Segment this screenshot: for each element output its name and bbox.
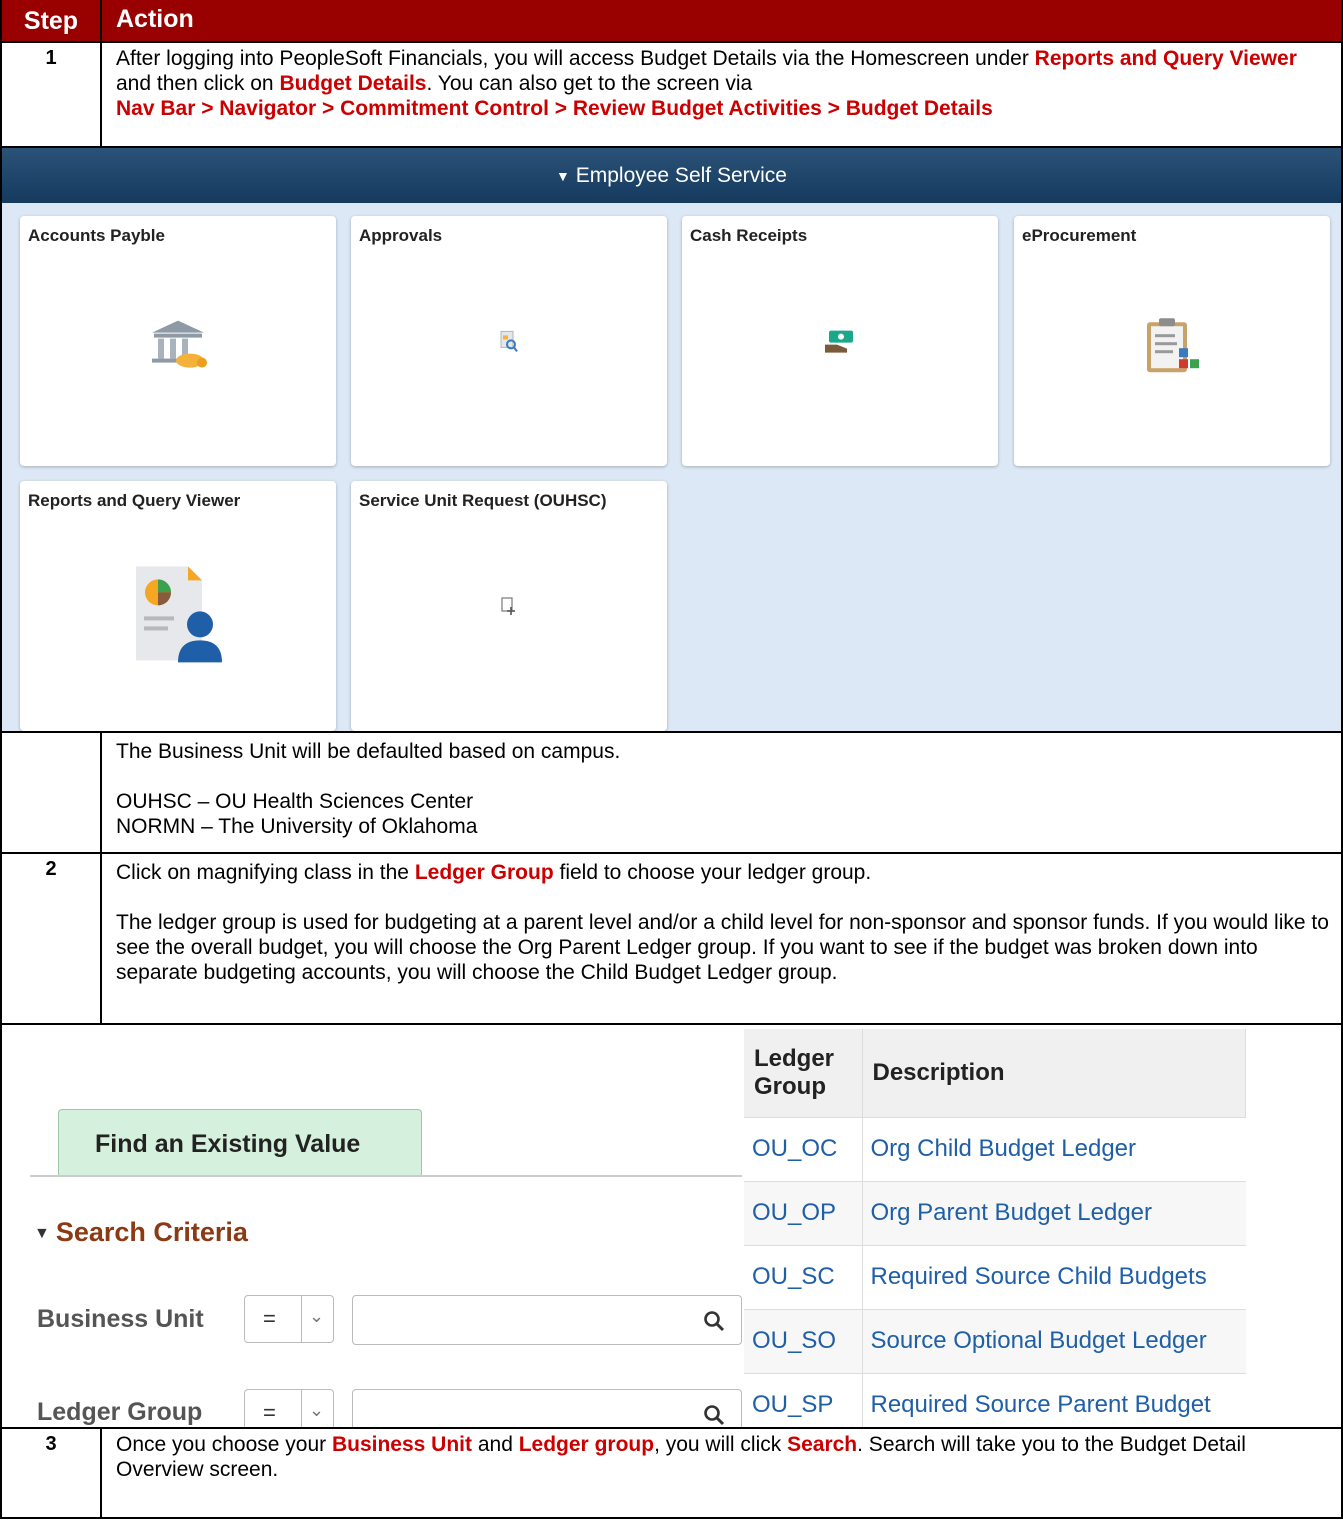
tile-eprocurement[interactable]: eProcurement (1014, 216, 1330, 466)
homepage-screenshot: ▼ Employee Self Service Accounts Payble … (2, 148, 1341, 733)
highlight-search: Search (787, 1433, 858, 1456)
tab-divider (30, 1175, 742, 1177)
document-search-icon (499, 329, 519, 358)
step-number: 2 (2, 854, 102, 1023)
ledger-group-lookup-table: Ledger Group Description OU_OC Org Child… (744, 1029, 1246, 1427)
step-1-text: After logging into PeopleSoft Financials… (102, 43, 1341, 146)
note-line: The Business Unit will be defaulted base… (116, 740, 621, 763)
tile-accounts-payable[interactable]: Accounts Payble (20, 216, 336, 466)
text: . You can also get to the screen via (426, 72, 753, 95)
operator-value: = (263, 1306, 276, 1331)
chevron-down-icon: ⌄ (309, 1400, 325, 1420)
search-criteria-heading[interactable]: ▼ Search Criteria (34, 1217, 248, 1248)
ledger-code-link[interactable]: OU_SO (744, 1309, 863, 1374)
note-line: OUHSC – OU Health Sciences Center (116, 790, 474, 813)
tile-title: Reports and Query Viewer (28, 491, 241, 510)
column-header-description[interactable]: Description (862, 1029, 1246, 1118)
table-row[interactable]: OU_OC Org Child Budget Ledger (744, 1117, 1246, 1182)
report-user-icon (130, 562, 226, 671)
text: field to choose your ledger group. (553, 861, 872, 884)
note-line: NORMN – The University of Oklahoma (116, 815, 478, 838)
step-3-text: Once you choose your Business Unit and L… (102, 1429, 1341, 1517)
step-1-row: 1 After logging into PeopleSoft Financia… (2, 43, 1341, 148)
navigation-path: Nav Bar > Navigator > Commitment Control… (116, 97, 993, 120)
tile-title: eProcurement (1022, 226, 1137, 245)
cash-hand-icon (823, 329, 857, 360)
step-number: 3 (2, 1429, 102, 1517)
search-screenshot: Find an Existing Value ▼ Search Criteria … (2, 1025, 1341, 1429)
ledger-description-link[interactable]: Source Optional Budget Ledger (862, 1309, 1246, 1374)
step-3-row: 3 Once you choose your Business Unit and… (2, 1429, 1341, 1519)
ledger-description-link[interactable]: Org Child Budget Ledger (862, 1117, 1246, 1182)
highlight-budget-details: Budget Details (279, 72, 427, 95)
text: Once you choose your (116, 1433, 332, 1456)
search-icon[interactable] (703, 1404, 725, 1426)
homepage-banner[interactable]: ▼ Employee Self Service (2, 148, 1341, 203)
tile-title: Approvals (359, 226, 443, 245)
business-unit-operator-select[interactable]: = ⌄ (244, 1295, 334, 1343)
bank-icon (146, 317, 210, 378)
chevron-down-icon: ⌄ (309, 1306, 325, 1326)
business-unit-input[interactable] (352, 1295, 742, 1345)
tile-cash-receipts[interactable]: Cash Receipts (682, 216, 998, 466)
text: and (472, 1433, 519, 1456)
highlight-ledger-group: Ledger group (518, 1433, 655, 1456)
caret-down-icon: ▼ (34, 1224, 50, 1242)
ledger-description-link[interactable]: Org Parent Budget Ledger (862, 1181, 1246, 1246)
step-number: 1 (2, 43, 102, 146)
ledger-code-link[interactable]: OU_SP (744, 1373, 863, 1427)
business-unit-note: The Business Unit will be defaulted base… (102, 733, 1341, 852)
banner-title: Employee Self Service (575, 164, 787, 187)
column-header-ledger-group[interactable]: Ledger Group (744, 1029, 863, 1118)
step-2-text: Click on magnifying class in the Ledger … (102, 854, 1341, 1023)
text: Click on magnifying class in the (116, 861, 415, 884)
ledger-group-label: Ledger Group (37, 1398, 203, 1426)
ledger-group-operator-select[interactable]: = ⌄ (244, 1389, 334, 1427)
ledger-description-link[interactable]: Required Source Parent Budget (862, 1373, 1246, 1427)
step-2-row: 2 Click on magnifying class in the Ledge… (2, 854, 1341, 1025)
ledger-code-link[interactable]: OU_SC (744, 1245, 863, 1310)
text: and then click on (116, 72, 280, 95)
tab-find-existing-value[interactable]: Find an Existing Value (58, 1109, 422, 1175)
tile-title: Service Unit Request (OUHSC) (359, 491, 607, 510)
highlight-reports-query-viewer: Reports and Query Viewer (1034, 47, 1297, 70)
ledger-code-link[interactable]: OU_OC (744, 1117, 863, 1182)
step-column-header: Step (2, 0, 102, 41)
operator-value: = (263, 1400, 276, 1425)
tile-title: Cash Receipts (690, 226, 808, 245)
tile-service-unit-request[interactable]: Service Unit Request (OUHSC) (351, 481, 667, 731)
action-column-header: Action (116, 5, 194, 33)
document-add-icon (500, 596, 518, 621)
business-unit-label: Business Unit (37, 1305, 204, 1333)
ledger-group-input[interactable] (352, 1389, 742, 1427)
table-row[interactable]: OU_OP Org Parent Budget Ledger (744, 1181, 1246, 1246)
caret-down-icon: ▼ (556, 167, 570, 184)
highlight-business-unit: Business Unit (331, 1433, 472, 1456)
table-row[interactable]: OU_SP Required Source Parent Budget (744, 1373, 1246, 1427)
table-header: Step Action (2, 0, 1341, 43)
step-2-paragraph: The ledger group is used for budgeting a… (116, 911, 1329, 984)
clipboard-icon (1141, 314, 1203, 381)
text: , you will click (654, 1433, 788, 1456)
tile-reports-query-viewer[interactable]: Reports and Query Viewer (20, 481, 336, 731)
table-row[interactable]: OU_SO Source Optional Budget Ledger (744, 1309, 1246, 1374)
tile-approvals[interactable]: Approvals (351, 216, 667, 466)
table-row[interactable]: OU_SC Required Source Child Budgets (744, 1245, 1246, 1310)
business-unit-note-row: The Business Unit will be defaulted base… (2, 733, 1341, 854)
step-number-empty (2, 733, 102, 852)
tile-title: Accounts Payble (28, 226, 165, 245)
ledger-description-link[interactable]: Required Source Child Budgets (862, 1245, 1246, 1310)
ledger-code-link[interactable]: OU_OP (744, 1181, 863, 1246)
search-icon[interactable] (703, 1310, 725, 1332)
instruction-table: Step Action 1 After logging into PeopleS… (0, 0, 1343, 1519)
text: After logging into PeopleSoft Financials… (116, 47, 1035, 70)
highlight-ledger-group: Ledger Group (414, 861, 554, 884)
search-criteria-label: Search Criteria (55, 1217, 248, 1247)
